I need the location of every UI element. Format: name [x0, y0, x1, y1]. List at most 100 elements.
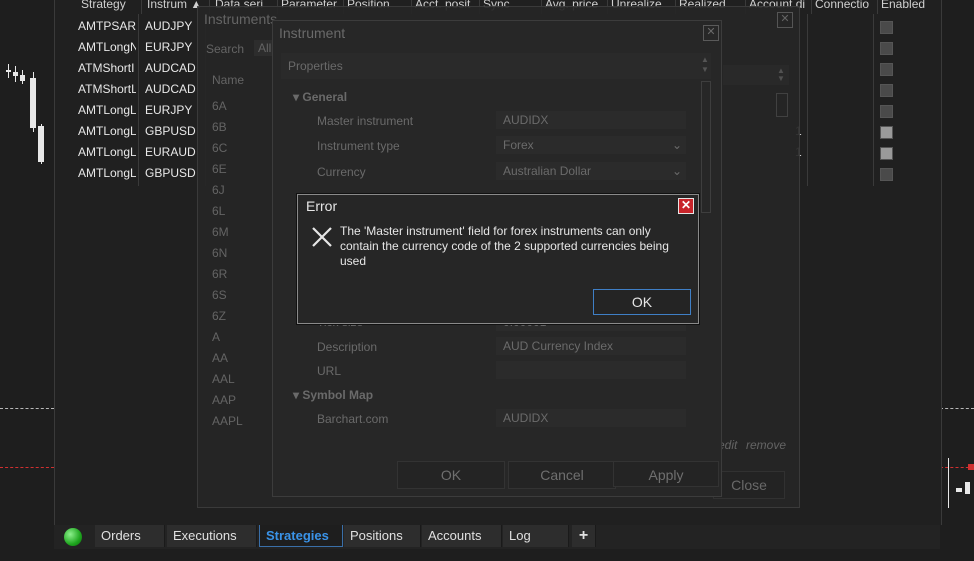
- error-message: The 'Master instrument' field for forex …: [340, 224, 669, 268]
- instrument-cell: EURAUD: [145, 145, 196, 159]
- properties-label: Properties: [288, 59, 343, 73]
- tab-log[interactable]: Log: [503, 525, 569, 547]
- error-x-icon: [312, 227, 332, 247]
- instrument-type-value: Forex: [503, 138, 534, 152]
- instrument-list-item[interactable]: 6N: [212, 246, 227, 260]
- currency-select[interactable]: Australian Dollar ⌄: [496, 162, 686, 180]
- instrument-list-item[interactable]: 6B: [212, 120, 227, 134]
- candle: [38, 126, 44, 162]
- instrument-ok-button[interactable]: OK: [397, 461, 505, 489]
- strategy-cell: AMTLongN: [78, 40, 136, 54]
- enabled-checkbox[interactable]: [880, 168, 893, 181]
- enabled-checkbox[interactable]: [880, 147, 893, 160]
- instrument-list-item[interactable]: 6L: [212, 204, 225, 218]
- instrument-list-item[interactable]: 6C: [212, 141, 227, 155]
- instrument-close-icon[interactable]: ✕: [703, 25, 719, 41]
- add-tab-button[interactable]: +: [572, 525, 596, 547]
- enabled-checkbox[interactable]: [880, 84, 893, 97]
- candle: [20, 75, 25, 81]
- instrument-list-item[interactable]: AAP: [212, 393, 236, 407]
- instrument-list-item[interactable]: 6E: [212, 162, 227, 176]
- symbol-map-label: Symbol Map: [302, 388, 374, 402]
- symbol-map-section-header[interactable]: ▾ Symbol Map: [293, 388, 373, 402]
- list-scrollbar[interactable]: [776, 93, 788, 117]
- tab-positions[interactable]: Positions: [344, 525, 421, 547]
- instrument-list-item[interactable]: AAL: [212, 372, 235, 386]
- instrument-type-select[interactable]: Forex ⌄: [496, 136, 686, 154]
- price-marker: [968, 464, 974, 470]
- properties-scrollbar[interactable]: [701, 81, 711, 213]
- instrument-apply-button[interactable]: Apply: [613, 461, 719, 487]
- instrument-list-item[interactable]: 6S: [212, 288, 227, 302]
- candle: [965, 482, 970, 494]
- enabled-checkbox[interactable]: [880, 21, 893, 34]
- instrument-cell: AUDCAD: [145, 82, 196, 96]
- instrument-list-item[interactable]: A: [212, 330, 220, 344]
- instrument-type-label: Instrument type: [317, 139, 400, 153]
- currency-value: Australian Dollar: [503, 164, 592, 178]
- candle: [956, 488, 962, 492]
- instrument-cell: GBPUSD: [145, 124, 196, 138]
- column-header[interactable]: Strategy: [77, 0, 142, 14]
- strategy-cell: ATMShortI: [78, 61, 135, 75]
- error-dialog: Error ✕ The 'Master instrument' field fo…: [297, 194, 699, 324]
- tab-orders[interactable]: Orders: [95, 525, 165, 547]
- instrument-cancel-button[interactable]: Cancel: [508, 461, 616, 489]
- strategy-cell: ATMShortL: [78, 82, 136, 96]
- search-label: Search: [206, 42, 245, 56]
- enabled-checkbox[interactable]: [880, 63, 893, 76]
- candle: [6, 70, 11, 72]
- properties-header: Properties ▲ ▼: [281, 53, 711, 79]
- description-field[interactable]: AUD Currency Index: [496, 337, 686, 355]
- name-column-header[interactable]: Name: [212, 73, 244, 87]
- strategy-cell: AMTLongL: [78, 124, 136, 138]
- instruments-close-icon[interactable]: ✕: [777, 12, 793, 28]
- candle-wick: [948, 458, 949, 508]
- instrument-cell: AUDCAD: [145, 61, 196, 75]
- instrument-list-item[interactable]: 6A: [212, 99, 227, 113]
- instrument-list-item[interactable]: 6Z: [212, 309, 226, 323]
- column-header[interactable]: Connectio: [811, 0, 878, 14]
- strategy-cell: AMTPSAR: [78, 19, 136, 33]
- strategy-cell: AMTLongL: [78, 166, 136, 180]
- side-spinner[interactable]: ▲ ▼: [723, 65, 789, 85]
- instruments-title: Instruments: [204, 11, 278, 27]
- instrument-list-item[interactable]: 6R: [212, 267, 227, 281]
- instruments-close-button[interactable]: Close: [713, 471, 785, 499]
- candle: [13, 72, 18, 76]
- instrument-title: Instrument: [279, 25, 346, 41]
- remove-link[interactable]: remove: [746, 438, 786, 452]
- column-divider: [807, 14, 808, 186]
- instrument-cell: EURJPY: [145, 103, 193, 117]
- instrument-list-item[interactable]: AA: [212, 351, 228, 365]
- master-instrument-label: Master instrument: [317, 114, 414, 128]
- enabled-checkbox[interactable]: [880, 105, 893, 118]
- price-line: [940, 408, 974, 409]
- enabled-checkbox[interactable]: [880, 126, 893, 139]
- barchart-field[interactable]: AUDIDX: [496, 409, 686, 427]
- barchart-label: Barchart.com: [317, 412, 389, 426]
- instrument-list-item[interactable]: 6J: [212, 183, 225, 197]
- url-label: URL: [317, 364, 342, 378]
- column-header[interactable]: Enabled: [877, 0, 942, 14]
- strategy-cell: AMTLongL: [78, 103, 136, 117]
- tab-executions[interactable]: Executions: [167, 525, 257, 547]
- description-label: Description: [317, 340, 378, 354]
- url-field[interactable]: [496, 361, 686, 379]
- chevron-down-icon: ⌄: [672, 164, 683, 178]
- candle: [30, 78, 36, 128]
- tab-strategies[interactable]: Strategies: [259, 525, 343, 547]
- general-section-header[interactable]: ▾ General: [293, 90, 347, 104]
- instrument-cell: GBPUSD: [145, 166, 196, 180]
- enabled-checkbox[interactable]: [880, 42, 893, 55]
- tab-accounts[interactable]: Accounts: [422, 525, 502, 547]
- currency-label: Currency: [317, 165, 366, 179]
- properties-scroll-icon[interactable]: ▲ ▼: [701, 55, 709, 75]
- error-title: Error: [306, 198, 338, 214]
- ok-button[interactable]: OK: [593, 289, 691, 315]
- instrument-list-item[interactable]: AAPL: [212, 414, 243, 428]
- master-instrument-field[interactable]: AUDIDX: [496, 111, 686, 129]
- close-icon[interactable]: ✕: [678, 198, 694, 214]
- strategy-cell: AMTLongL: [78, 145, 136, 159]
- instrument-list-item[interactable]: 6M: [212, 225, 229, 239]
